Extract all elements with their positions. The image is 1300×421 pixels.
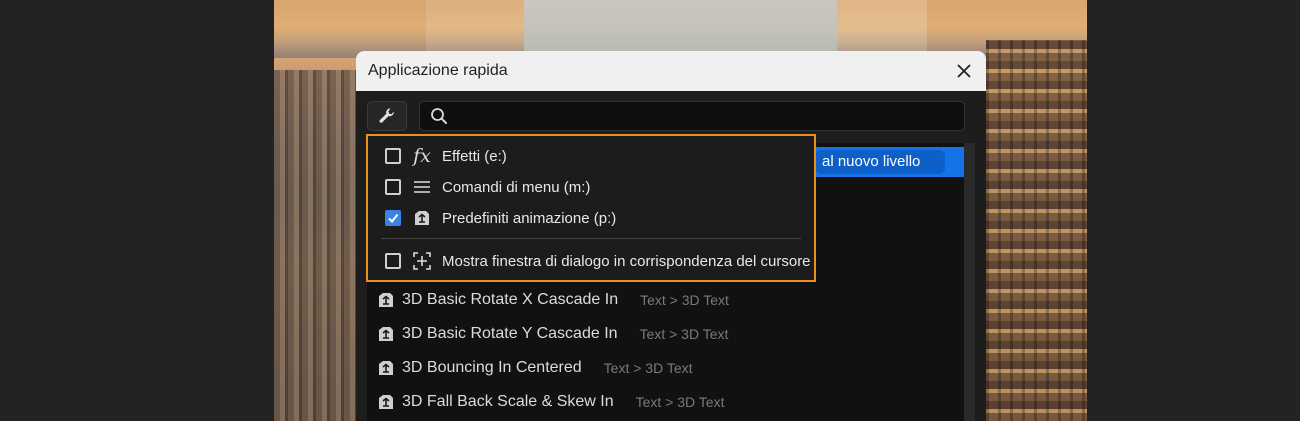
- crosshair-icon: [411, 250, 433, 272]
- result-category: Text > 3D Text: [603, 360, 693, 376]
- close-icon: [957, 64, 971, 78]
- animation-preset-icon: [376, 290, 396, 310]
- fx-icon: fx: [413, 144, 431, 167]
- search-icon: [431, 108, 447, 124]
- animation-presets-checkbox[interactable]: [385, 210, 401, 226]
- close-button[interactable]: [952, 59, 976, 83]
- result-item[interactable]: 3D Basic Rotate X Cascade In Text > 3D T…: [367, 283, 957, 317]
- menu-item-animation-presets[interactable]: Predefiniti animazione (p:): [368, 203, 814, 233]
- menu-item-label: Mostra finestra di dialogo in corrispond…: [442, 252, 811, 270]
- photo-buildings-left: [274, 70, 356, 421]
- filter-menu: fx Effetti (e:) Comandi di menu (m:) Pre…: [366, 134, 816, 282]
- result-name: 3D Basic Rotate Y Cascade In: [402, 325, 618, 342]
- effects-checkbox[interactable]: [385, 148, 401, 164]
- menu-divider: [381, 238, 801, 239]
- result-item[interactable]: 3D Bouncing In Centered Text > 3D Text: [367, 351, 957, 385]
- menu-item-menu-commands[interactable]: Comandi di menu (m:): [368, 172, 814, 202]
- dialog-title: Applicazione rapida: [368, 62, 508, 79]
- result-name: 3D Fall Back Scale & Skew In: [402, 393, 614, 410]
- animation-preset-icon: [376, 392, 396, 412]
- animation-preset-icon: [411, 207, 433, 229]
- menu-commands-checkbox[interactable]: [385, 179, 401, 195]
- search-input[interactable]: [456, 106, 964, 126]
- wrench-icon: [379, 108, 394, 123]
- menu-item-show-at-cursor[interactable]: Mostra finestra di dialogo in corrispond…: [368, 246, 814, 276]
- settings-button[interactable]: [367, 101, 407, 131]
- result-category: Text > 3D Text: [635, 394, 725, 410]
- result-item[interactable]: 3D Basic Rotate Y Cascade In Text > 3D T…: [367, 317, 957, 351]
- animation-preset-icon: [376, 358, 396, 378]
- checkmark-icon: [388, 213, 399, 224]
- result-name: 3D Bouncing In Centered: [402, 359, 582, 376]
- selected-result-text: al nuovo livello: [822, 153, 921, 170]
- menu-item-label: Predefiniti animazione (p:): [442, 209, 617, 227]
- result-name: 3D Basic Rotate X Cascade In: [402, 291, 619, 308]
- result-item[interactable]: 3D Fall Back Scale & Skew In Text > 3D T…: [367, 385, 957, 419]
- search-field[interactable]: [419, 101, 965, 131]
- results-scrollbar[interactable]: [964, 143, 975, 421]
- result-category: Text > 3D Text: [639, 326, 729, 342]
- result-category: Text > 3D Text: [640, 292, 729, 308]
- dialog-titlebar: Applicazione rapida: [356, 51, 986, 91]
- menu-item-label: Comandi di menu (m:): [442, 178, 591, 196]
- menu-item-label: Effetti (e:): [442, 147, 507, 165]
- dialog-toolbar: [367, 101, 965, 131]
- menu-item-effects[interactable]: fx Effetti (e:): [368, 141, 814, 171]
- animation-preset-icon: [376, 324, 396, 344]
- show-at-cursor-checkbox[interactable]: [385, 253, 401, 269]
- menu-lines-icon: [411, 176, 433, 198]
- photo-buildings-right-shade: [986, 40, 1087, 421]
